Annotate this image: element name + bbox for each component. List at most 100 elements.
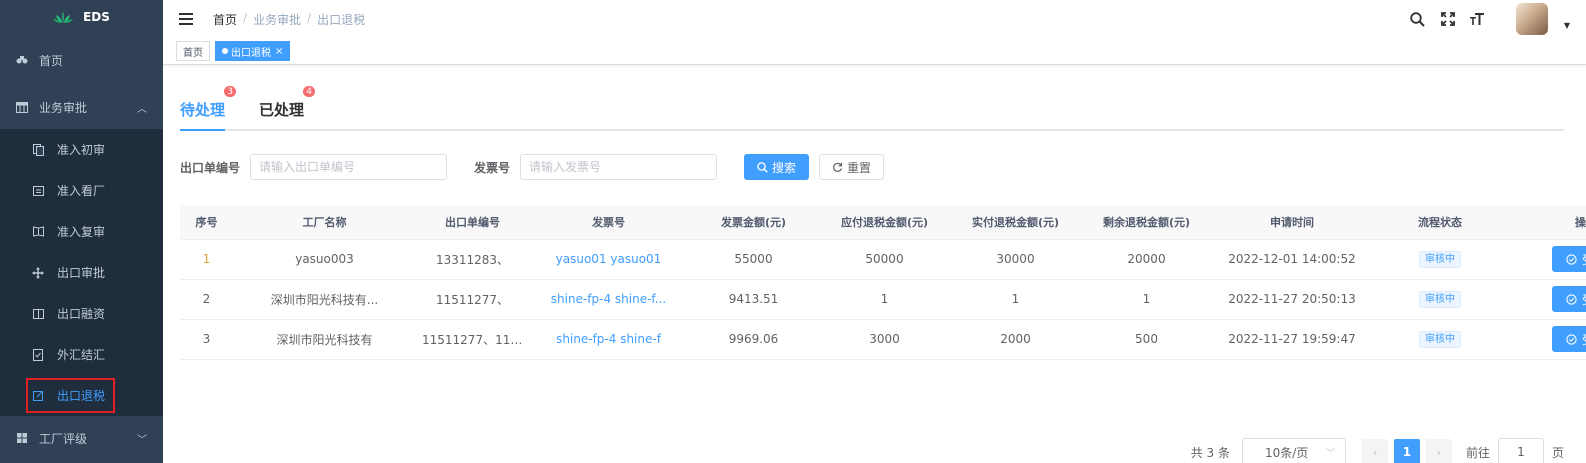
- sidebar-item-export-approval[interactable]: 出口审批: [0, 252, 163, 293]
- page-unit-label: 页: [1551, 445, 1564, 460]
- handle-button[interactable]: 受理: [1551, 246, 1586, 272]
- sidebar-submenu: 准入初审 准入看厂 准入复审 出口审批 出口融资 外汇结汇 出口退税: [0, 129, 163, 416]
- tag-export-tax-refund[interactable]: 出口退税 ×: [215, 41, 291, 61]
- remaining-refund: 500: [1081, 319, 1212, 360]
- handle-button[interactable]: 受理: [1551, 286, 1586, 312]
- status-badge: 审核中: [1419, 250, 1461, 268]
- sidebar: EDS 首页 业务审批 ︿ 准入初审 准入看厂 准入复审 出口审批 出口融资 外…: [0, 0, 163, 463]
- factory-name: 深圳市阳光科技有: [233, 319, 416, 360]
- sidebar-item-label: 外汇结汇: [57, 348, 106, 362]
- sidebar-item-factory-rating[interactable]: 工厂评级 ﹀: [0, 416, 163, 460]
- font-size-icon[interactable]: [1470, 11, 1486, 27]
- col-header: 剩余退税金额(元): [1081, 205, 1212, 240]
- invoice-link[interactable]: yasuo01 yasuo01: [529, 239, 688, 280]
- sidebar-item-access-re-review[interactable]: 准入复审: [0, 211, 163, 252]
- reset-button[interactable]: 重置: [819, 154, 885, 180]
- checklist-icon: [32, 348, 44, 361]
- page-number-button[interactable]: 1: [1393, 439, 1420, 463]
- search-icon: [757, 161, 768, 173]
- invoice-amount: 55000: [688, 239, 819, 280]
- check-circle-icon: [1566, 333, 1577, 345]
- breadcrumb: 首页 / 业务审批 / 出口退税: [213, 11, 365, 28]
- sidebar-item-access-factory-visit[interactable]: 准入看厂: [0, 170, 163, 211]
- handle-label: 受理: [1582, 291, 1586, 308]
- search-button[interactable]: 搜索: [744, 154, 810, 180]
- status-badge: 审核中: [1419, 290, 1461, 308]
- col-header: 流程状态: [1372, 205, 1508, 240]
- export-no-label: 出口单编号: [180, 160, 241, 175]
- sidebar-item-access-initial-review[interactable]: 准入初审: [0, 129, 163, 170]
- close-icon[interactable]: ×: [275, 46, 283, 57]
- breadcrumb-home[interactable]: 首页: [213, 11, 237, 28]
- page-size-select[interactable]: 10条/页 ﹀: [1241, 438, 1346, 463]
- export-no-input[interactable]: [250, 154, 448, 180]
- logo-text: EDS: [83, 10, 110, 24]
- table-icon: [16, 102, 28, 114]
- sidebar-item-fx-settlement[interactable]: 外汇结汇: [0, 334, 163, 375]
- form-icon: [32, 185, 44, 197]
- row-index: 2: [180, 279, 233, 320]
- action-cell: 受理: [1508, 239, 1586, 280]
- highlight-box: 出口退税: [26, 378, 116, 413]
- breadcrumb-separator: /: [307, 10, 312, 25]
- goto-page-input[interactable]: [1497, 438, 1544, 463]
- main-content: 待处理 3 已处理 4 出口单编号 发票号 搜索 重置 序号 工厂名称: [180, 66, 1586, 463]
- tab-label: 待处理: [180, 101, 226, 119]
- status-cell: 审核中: [1372, 279, 1508, 320]
- col-header: 出口单编号: [416, 205, 529, 240]
- action-cell: 受理: [1508, 319, 1586, 360]
- dashboard-icon: [16, 54, 28, 66]
- col-header: 序号: [180, 205, 233, 240]
- invoice-link[interactable]: shine-fp-4 shine-f...: [529, 279, 688, 320]
- tag-label: 首页: [183, 47, 203, 59]
- lotus-logo-icon: [53, 11, 74, 23]
- documents-icon: [32, 143, 44, 156]
- move-icon: [32, 266, 44, 279]
- sidebar-item-export-tax-refund[interactable]: 出口退税: [0, 375, 163, 416]
- apply-time: 2022-12-01 14:00:52: [1212, 239, 1372, 280]
- next-page-button[interactable]: ›: [1425, 439, 1452, 463]
- fullscreen-icon[interactable]: [1440, 11, 1456, 27]
- invoice-input[interactable]: [520, 154, 718, 180]
- col-header: 工厂名称: [233, 205, 416, 240]
- sidebar-item-label: 首页: [39, 53, 64, 68]
- avatar[interactable]: [1515, 3, 1548, 35]
- sidebar-item-home[interactable]: 首页: [0, 34, 163, 86]
- filter-bar: 出口单编号 发票号 搜索 重置: [180, 141, 1564, 193]
- breadcrumb-current: 出口退税: [317, 12, 366, 27]
- row-index: 3: [180, 319, 233, 360]
- sidebar-item-export-financing[interactable]: 出口融资: [0, 293, 163, 334]
- handle-button[interactable]: 受理: [1551, 326, 1586, 352]
- export-no: 13311283、: [416, 239, 529, 280]
- hamburger-icon[interactable]: [179, 13, 193, 25]
- sidebar-item-label: 出口融资: [57, 307, 106, 321]
- status-cell: 审核中: [1372, 319, 1508, 360]
- table-header-row: 序号 工厂名称 出口单编号 发票号 发票金额(元) 应付退税金额(元) 实付退税…: [180, 205, 1586, 240]
- tag-home[interactable]: 首页: [176, 41, 210, 61]
- caret-down-icon[interactable]: ▼: [1564, 21, 1570, 30]
- sidebar-item-label: 出口审批: [57, 266, 106, 280]
- search-icon[interactable]: [1410, 11, 1426, 27]
- tab-label: 已处理: [259, 101, 305, 119]
- sidebar-item-label: 准入初审: [57, 143, 106, 157]
- tab-processed[interactable]: 已处理 4: [259, 85, 317, 129]
- sidebar-item-label: 业务审批: [39, 101, 88, 115]
- logo[interactable]: EDS: [0, 0, 163, 34]
- due-refund: 1: [819, 279, 950, 320]
- prev-page-button[interactable]: ‹: [1361, 439, 1388, 463]
- invoice-label: 发票号: [474, 160, 511, 175]
- export-no: 11511277、: [416, 279, 529, 320]
- status-badge: 审核中: [1419, 330, 1461, 348]
- export-no: 11511277、11511: [416, 319, 529, 360]
- invoice-link[interactable]: shine-fp-4 shine-f: [529, 319, 688, 360]
- action-cell: 受理: [1508, 279, 1586, 320]
- col-header: 实付退税金额(元): [950, 205, 1081, 240]
- handle-label: 受理: [1582, 331, 1586, 348]
- tab-pending[interactable]: 待处理 3: [180, 85, 238, 131]
- table-row: 2 深圳市阳光科技有... 11511277、 shine-fp-4 shine…: [180, 279, 1586, 320]
- sidebar-item-business-approval[interactable]: 业务审批 ︿: [0, 86, 163, 129]
- book-icon: [32, 226, 44, 238]
- paid-refund: 2000: [950, 319, 1081, 360]
- chevron-up-icon: ︿: [137, 104, 147, 115]
- breadcrumb-level1: 业务审批: [253, 12, 302, 27]
